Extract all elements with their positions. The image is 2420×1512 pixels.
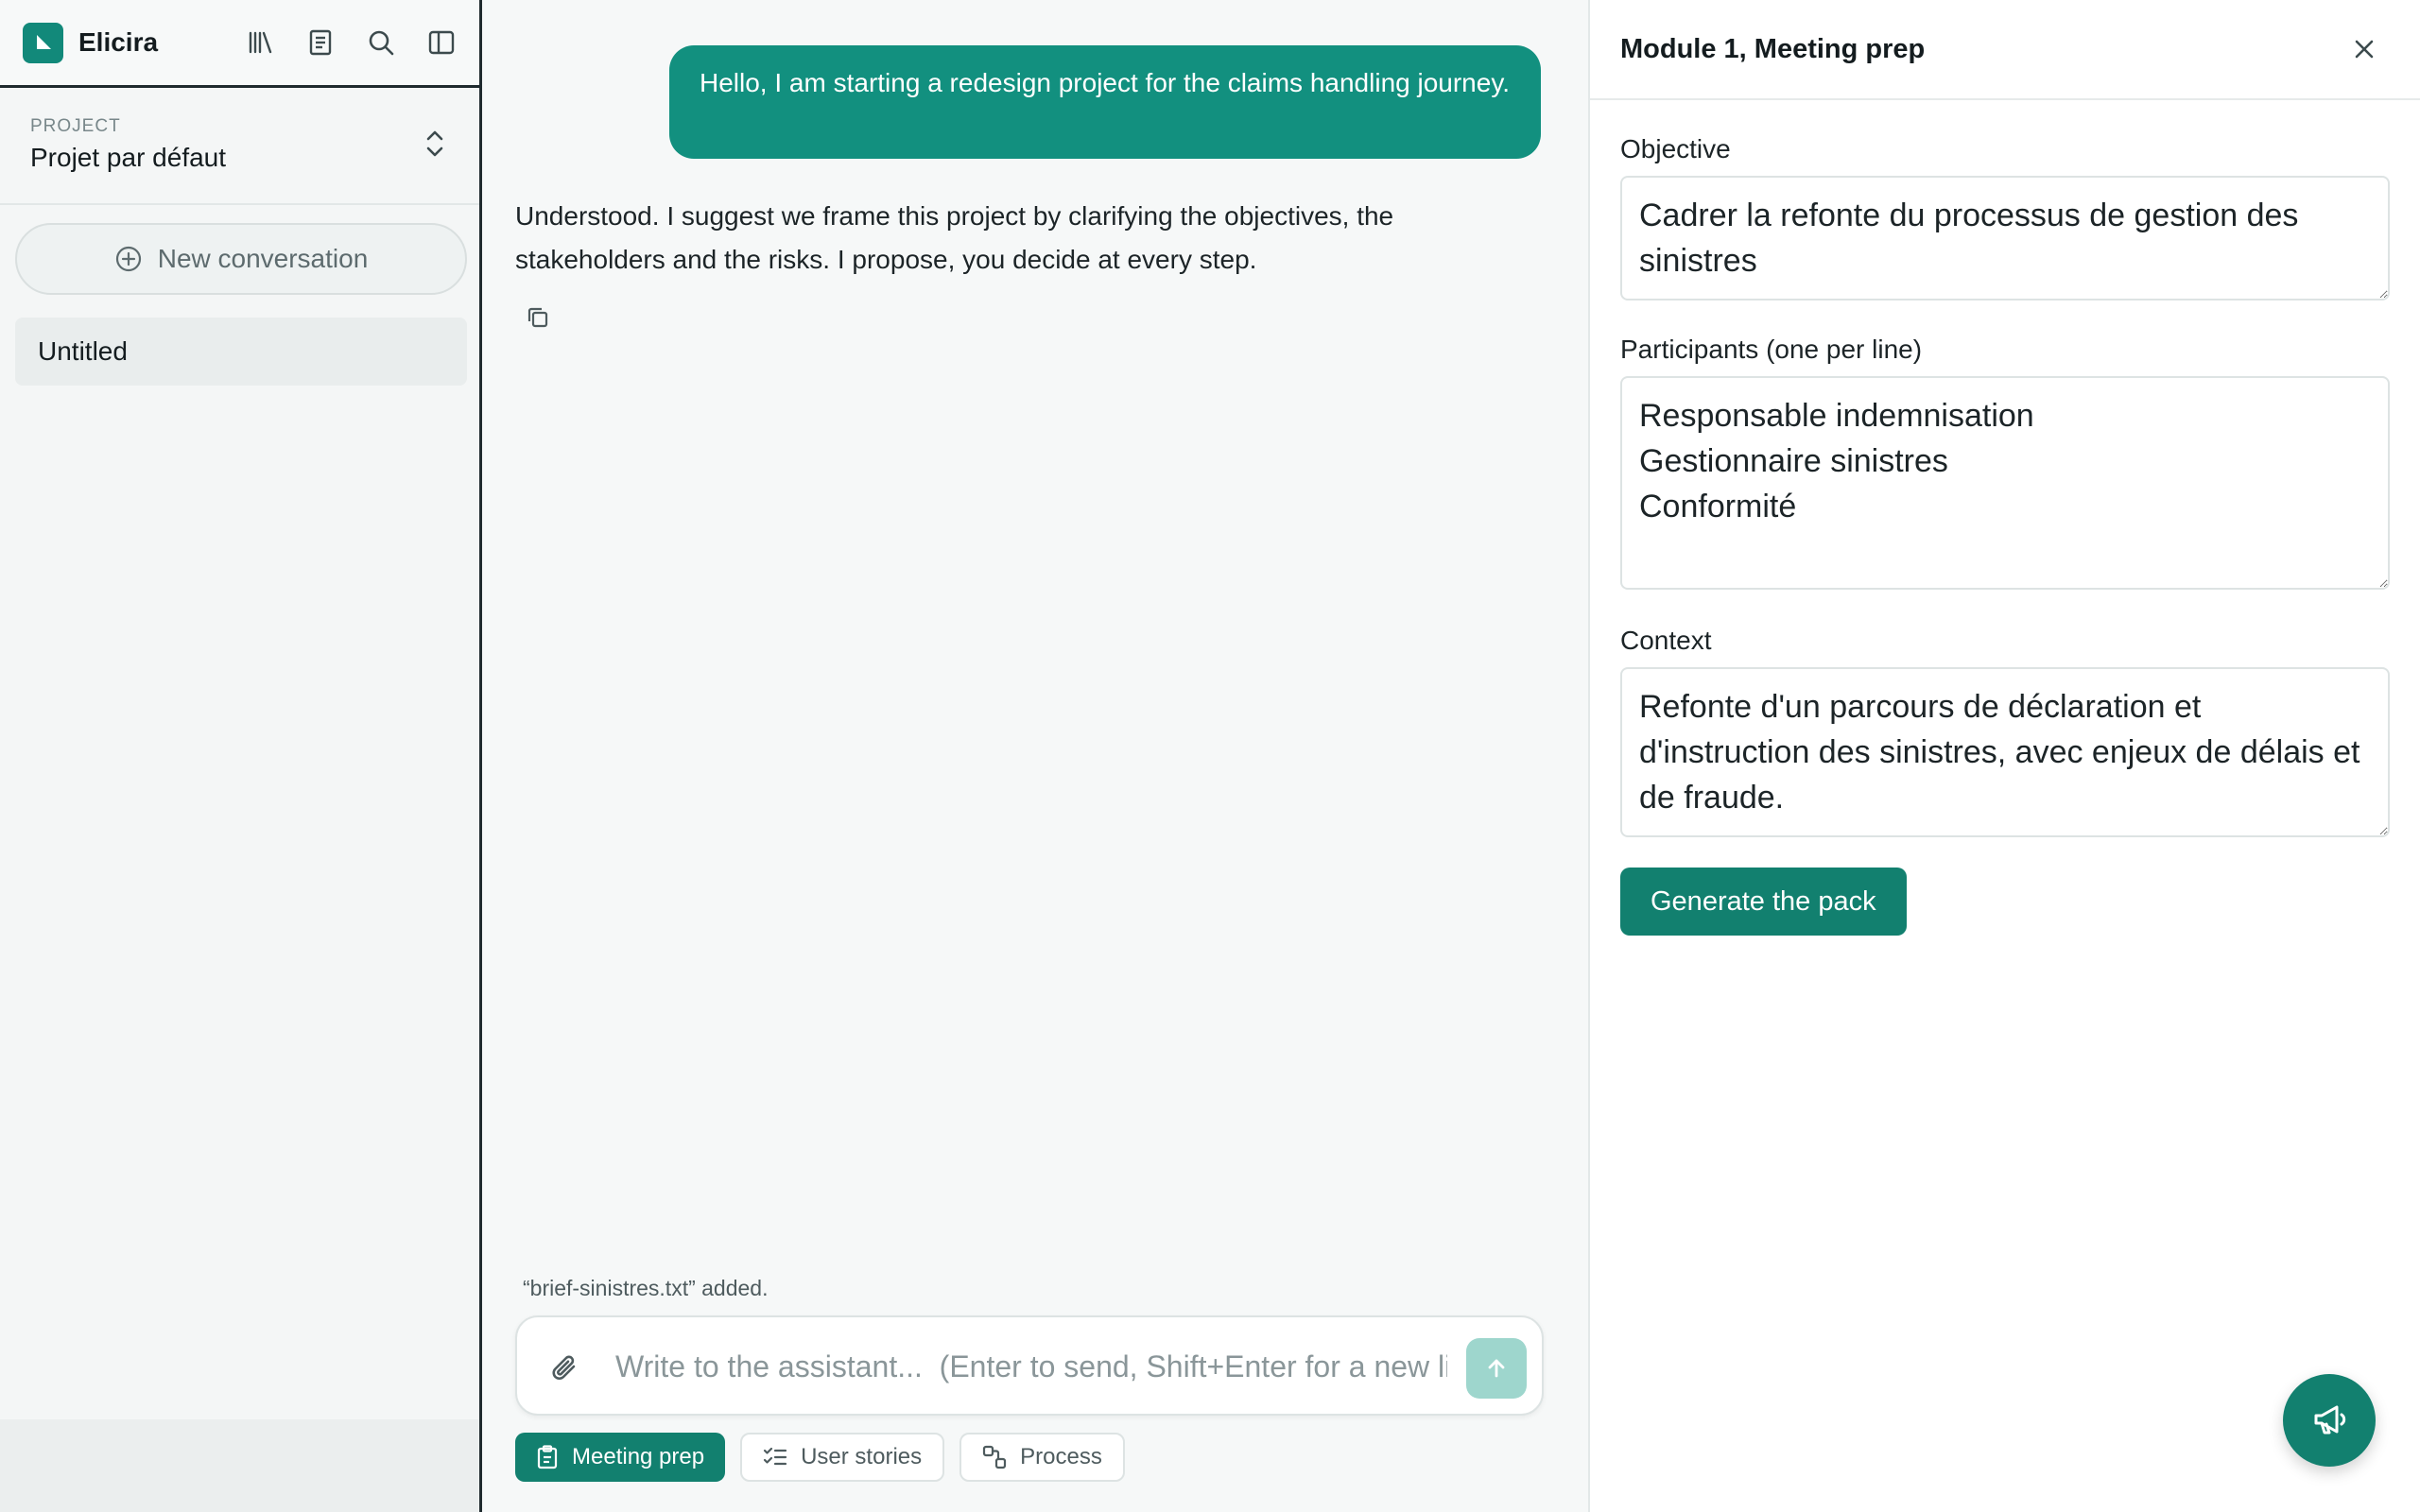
module-label: User stories xyxy=(801,1444,923,1469)
module-label: Meeting prep xyxy=(572,1444,705,1469)
logo-icon xyxy=(23,22,63,63)
library-icon[interactable] xyxy=(245,27,275,58)
sidebar-toolbar xyxy=(245,27,457,58)
send-button[interactable] xyxy=(1466,1338,1527,1399)
clipboard-icon xyxy=(537,1445,558,1469)
paperclip-icon[interactable] xyxy=(549,1352,581,1384)
panel-header: Module 1, Meeting prep xyxy=(1590,0,2420,100)
project-name: Projet par défaut xyxy=(30,143,227,172)
feedback-button[interactable] xyxy=(2283,1374,2376,1467)
process-icon xyxy=(983,1445,1007,1469)
module-user-stories[interactable]: User stories xyxy=(740,1433,945,1482)
module-process[interactable]: Process xyxy=(959,1433,1125,1482)
sidebar-footer xyxy=(0,1419,479,1512)
project-selector[interactable]: PROJECT Projet par défaut xyxy=(0,88,479,205)
message-input[interactable] xyxy=(615,1336,1447,1397)
assistant-message: Understood. I suggest we frame this proj… xyxy=(515,201,1394,274)
brand-bar: Elicira xyxy=(0,0,479,88)
participants-field[interactable]: Responsable indemnisation Gestionnaire s… xyxy=(1620,376,2390,590)
new-conversation-button[interactable]: New conversation xyxy=(15,223,467,295)
objective-field[interactable]: Cadrer la refonte du processus de gestio… xyxy=(1620,176,2390,301)
attachment-note: “brief-sinistres.txt” added. xyxy=(523,1276,769,1300)
project-label: PROJECT xyxy=(30,116,121,136)
chevron-up-down-icon[interactable] xyxy=(423,128,447,160)
conversation-item[interactable]: Untitled xyxy=(15,318,467,386)
module-label: Process xyxy=(1020,1444,1102,1469)
context-label: Context xyxy=(1620,626,1712,655)
composer xyxy=(515,1315,1544,1416)
panel-title: Module 1, Meeting prep xyxy=(1620,33,1926,64)
close-icon[interactable] xyxy=(2352,37,2377,61)
sidebar-toggle-icon[interactable] xyxy=(426,27,457,58)
search-icon[interactable] xyxy=(366,27,396,58)
new-conversation-label: New conversation xyxy=(157,244,369,273)
plus-circle-icon xyxy=(115,246,141,272)
document-icon[interactable] xyxy=(305,27,336,58)
sidebar: Elicira PROJECT Projet par défaut New co… xyxy=(0,0,482,1512)
megaphone-icon xyxy=(2314,1405,2346,1435)
module-panel: Module 1, Meeting prep Objective Cadrer … xyxy=(1588,0,2420,1512)
user-message: Hello, I am starting a redesign project … xyxy=(669,45,1541,159)
copy-icon[interactable] xyxy=(525,304,551,331)
arrow-up-icon xyxy=(1488,1359,1505,1378)
context-field[interactable]: Refonte d'un parcours de déclaration et … xyxy=(1620,667,2390,837)
generate-pack-button[interactable]: Generate the pack xyxy=(1620,868,1907,936)
module-tabs: Meeting prep User stories Process xyxy=(515,1433,1125,1482)
brand-name: Elicira xyxy=(78,27,159,57)
chat-area: Hello, I am starting a redesign project … xyxy=(485,0,1588,1512)
objective-label: Objective xyxy=(1620,134,1731,163)
participants-label: Participants (one per line) xyxy=(1620,335,1923,364)
module-meeting-prep[interactable]: Meeting prep xyxy=(515,1433,726,1482)
checklist-icon xyxy=(763,1447,787,1466)
